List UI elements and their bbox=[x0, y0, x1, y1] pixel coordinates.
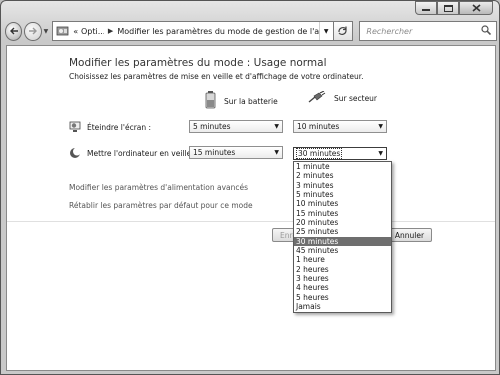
dropdown-option[interactable]: 1 heure bbox=[294, 255, 391, 264]
sleep-ac-dropdown-list[interactable]: 1 minute 2 minutes 3 minutes 5 minutes 10 mi… bbox=[293, 161, 392, 313]
monitor-icon bbox=[69, 121, 81, 133]
dropdown-option[interactable]: 4 heures bbox=[294, 283, 391, 292]
history-dropdown-icon[interactable]: ▼ bbox=[44, 28, 49, 35]
display-off-battery-select[interactable]: 5 minutes ▼ bbox=[189, 120, 283, 133]
dropdown-option[interactable]: 3 heures bbox=[294, 274, 391, 283]
search-icon[interactable] bbox=[481, 24, 492, 38]
battery-column-label: Sur la batterie bbox=[224, 96, 278, 106]
ac-column-label: Sur secteur bbox=[334, 93, 378, 103]
content-pane: Modifier les paramètres du mode : Usage … bbox=[6, 45, 496, 371]
sleep-ac-value: 30 minutes bbox=[295, 148, 343, 159]
back-arrow-icon[interactable] bbox=[5, 21, 23, 41]
display-off-ac-select[interactable]: 10 minutes ▼ bbox=[293, 120, 387, 133]
power-plug-icon bbox=[308, 90, 326, 105]
page-title: Modifier les paramètres du mode : Usage … bbox=[69, 57, 327, 69]
chevron-down-icon[interactable]: ▼ bbox=[378, 150, 383, 157]
refresh-icon[interactable] bbox=[333, 21, 354, 41]
cancel-button[interactable]: Annuler bbox=[387, 228, 432, 242]
dropdown-option[interactable]: 10 minutes bbox=[294, 199, 391, 208]
sleep-label: Mettre l'ordinateur en veille : bbox=[87, 148, 197, 158]
display-off-ac-value: 10 minutes bbox=[297, 122, 340, 131]
battery-icon bbox=[205, 91, 216, 111]
ac-column-header: Sur secteur bbox=[308, 90, 378, 105]
display-off-battery-value: 5 minutes bbox=[193, 122, 231, 131]
dropdown-option[interactable]: 45 minutes bbox=[294, 246, 391, 255]
breadcrumb-options[interactable]: Opti... bbox=[81, 27, 104, 36]
minimize-icon[interactable] bbox=[415, 1, 437, 15]
dropdown-option[interactable]: Jamais bbox=[294, 302, 391, 311]
display-off-label: Éteindre l'écran : bbox=[87, 122, 152, 132]
sleep-ac-select[interactable]: 30 minutes ▼ bbox=[293, 147, 387, 160]
breadcrumb-overflow[interactable]: « bbox=[73, 27, 78, 36]
address-bar[interactable]: « Opti... ▶ Modifier les paramètres du m… bbox=[52, 21, 334, 41]
dropdown-option[interactable]: 3 minutes bbox=[294, 181, 391, 190]
search-input[interactable]: Rechercher bbox=[359, 21, 497, 41]
control-panel-icon bbox=[56, 25, 70, 38]
chevron-down-icon[interactable]: ▼ bbox=[274, 123, 279, 130]
dropdown-option[interactable]: 5 heures bbox=[294, 293, 391, 302]
dropdown-option[interactable]: 2 heures bbox=[294, 265, 391, 274]
address-dropdown-icon[interactable]: ▼ bbox=[318, 22, 333, 40]
dropdown-option[interactable]: 5 minutes bbox=[294, 190, 391, 199]
chevron-down-icon[interactable]: ▼ bbox=[274, 149, 279, 156]
sleep-battery-value: 15 minutes bbox=[193, 148, 236, 157]
sleep-battery-select[interactable]: 15 minutes ▼ bbox=[189, 146, 283, 159]
divider bbox=[7, 221, 495, 222]
page-subtitle: Choisissez les paramètres de mise en vei… bbox=[69, 72, 364, 81]
restore-defaults-link[interactable]: Rétablir les paramètres par défaut pour … bbox=[69, 201, 253, 210]
advanced-settings-link[interactable]: Modifier les paramètres d'alimentation a… bbox=[69, 183, 248, 192]
dropdown-option[interactable]: 2 minutes bbox=[294, 171, 391, 180]
battery-column-header: Sur la batterie bbox=[205, 91, 278, 111]
dropdown-option[interactable]: 1 minute bbox=[294, 162, 391, 171]
dropdown-option[interactable]: 20 minutes bbox=[294, 218, 391, 227]
chevron-down-icon[interactable]: ▼ bbox=[378, 123, 383, 130]
breadcrumb-current[interactable]: Modifier les paramètres du mode de gesti… bbox=[117, 27, 319, 36]
search-placeholder: Rechercher bbox=[366, 26, 413, 36]
dropdown-option[interactable]: 30 minutes bbox=[294, 236, 391, 247]
control-panel-window: ▼ « Opti... ▶ Modifier les paramètres du… bbox=[0, 0, 500, 375]
maximize-icon[interactable] bbox=[437, 1, 459, 15]
navigation-bar: ▼ « Opti... ▶ Modifier les paramètres du… bbox=[5, 20, 497, 42]
dropdown-option[interactable]: 15 minutes bbox=[294, 209, 391, 218]
forward-arrow-icon[interactable] bbox=[24, 21, 42, 41]
moon-icon bbox=[69, 147, 81, 159]
display-off-row-label: Éteindre l'écran : bbox=[69, 121, 151, 133]
breadcrumb-separator-icon[interactable]: ▶ bbox=[108, 27, 113, 35]
dropdown-option[interactable]: 25 minutes bbox=[294, 227, 391, 236]
close-icon[interactable] bbox=[459, 1, 493, 15]
sleep-row-label: Mettre l'ordinateur en veille : bbox=[69, 147, 196, 159]
caption-buttons bbox=[415, 1, 493, 15]
